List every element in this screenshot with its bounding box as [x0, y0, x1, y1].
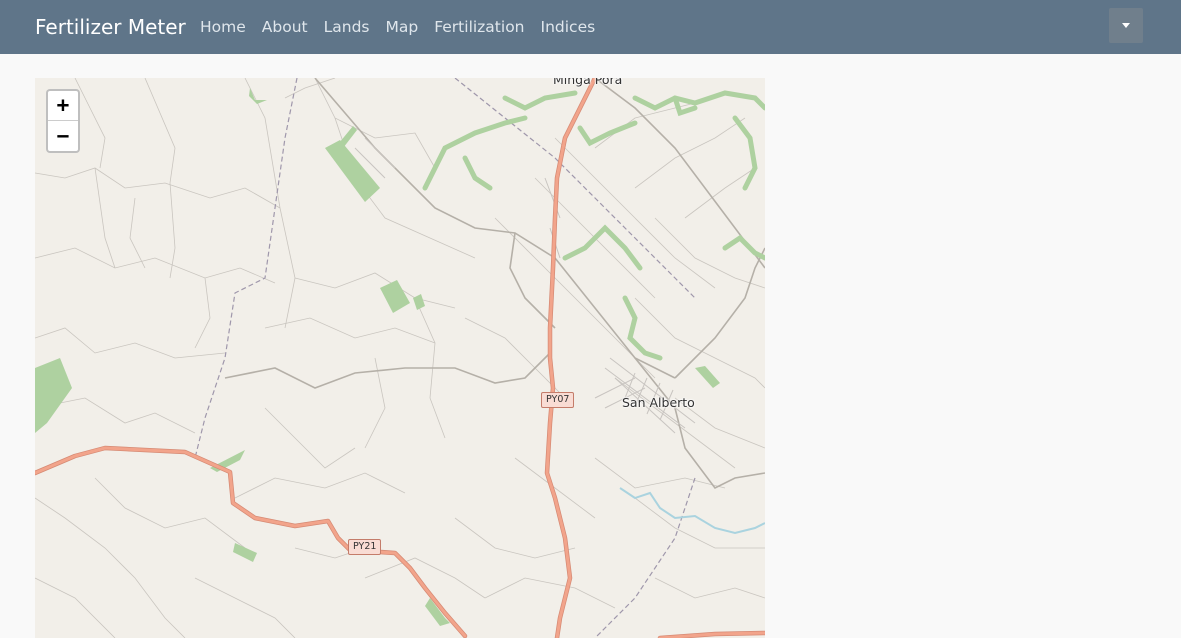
nav-lands[interactable]: Lands — [316, 16, 378, 38]
map-tiles — [35, 78, 765, 638]
place-label-san-alberto: San Alberto — [622, 395, 695, 410]
caret-down-icon — [1122, 23, 1130, 28]
nav-home[interactable]: Home — [192, 16, 254, 38]
road-shield-py07: PY07 — [541, 392, 575, 408]
top-navbar: Fertilizer Meter Home About Lands Map Fe… — [0, 0, 1181, 54]
nav-indices[interactable]: Indices — [533, 16, 604, 38]
nav-menu: Home About Lands Map Fertilization Indic… — [192, 16, 603, 38]
zoom-in-button[interactable]: + — [48, 91, 78, 121]
user-dropdown-button[interactable] — [1109, 8, 1143, 43]
road-shield-py21: PY21 — [348, 539, 382, 555]
nav-about[interactable]: About — [254, 16, 316, 38]
place-label-minga-pora: Minga Porã — [553, 78, 623, 87]
nav-fertilization[interactable]: Fertilization — [426, 16, 532, 38]
map-view[interactable]: + − Minga Porã San Alberto PY07 PY21 — [35, 78, 765, 638]
zoom-control: + − — [46, 89, 80, 153]
nav-map[interactable]: Map — [377, 16, 426, 38]
brand-link[interactable]: Fertilizer Meter — [35, 14, 186, 40]
zoom-out-button[interactable]: − — [48, 121, 78, 151]
